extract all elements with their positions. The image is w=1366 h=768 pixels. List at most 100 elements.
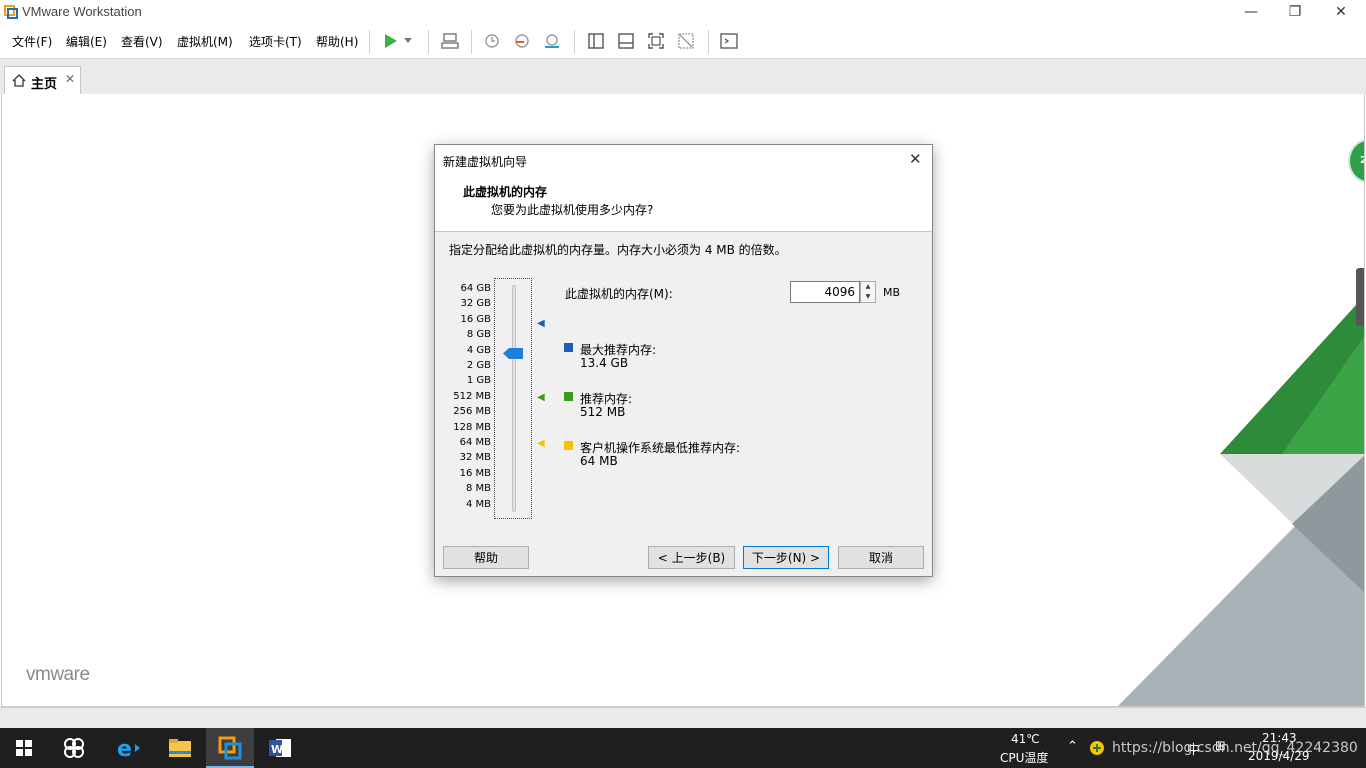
memory-label: 此虚拟机的内存(M): bbox=[565, 287, 673, 301]
unity-icon[interactable] bbox=[675, 30, 697, 52]
next-button[interactable]: 下一步(N) > bbox=[743, 546, 829, 569]
tab-strip: 主页 ✕ bbox=[0, 58, 1366, 95]
scale-label: 2 GB bbox=[466, 360, 491, 371]
library-icon[interactable] bbox=[585, 30, 607, 52]
dialog-heading: 此虚拟机的内存 bbox=[463, 185, 548, 199]
title-bar: VMware Workstation — ❐ ✕ bbox=[0, 0, 1366, 24]
home-icon bbox=[12, 74, 26, 87]
slider-thumb[interactable] bbox=[503, 348, 523, 359]
new-vm-wizard-dialog: 新建虚拟机向导 ✕ 此虚拟机的内存 您要为此虚拟机使用多少内存? 指定分配给此虚… bbox=[434, 144, 933, 577]
max-recommended-marker-icon: ◀ bbox=[537, 318, 545, 329]
menu-vm[interactable]: 虚拟机(M) bbox=[177, 33, 233, 50]
ie-icon[interactable]: e bbox=[104, 728, 152, 768]
restore-button[interactable]: ❐ bbox=[1272, 0, 1318, 24]
status-bar bbox=[0, 707, 1366, 728]
scale-label: 32 GB bbox=[460, 298, 491, 310]
memory-spin-buttons: ▲ ▼ bbox=[860, 281, 876, 303]
tab-home[interactable]: 主页 ✕ bbox=[4, 66, 81, 95]
minimize-button[interactable]: — bbox=[1228, 0, 1274, 24]
send-ctrl-alt-del-icon[interactable] bbox=[439, 30, 461, 52]
dialog-close-icon[interactable]: ✕ bbox=[909, 150, 922, 168]
side-badge[interactable]: 20 bbox=[1348, 139, 1364, 183]
thumbnail-bar-icon[interactable] bbox=[615, 30, 637, 52]
toolbar-separator bbox=[471, 30, 472, 54]
slider-track bbox=[512, 285, 516, 512]
dropdown-arrow-icon[interactable] bbox=[401, 30, 415, 52]
play-icon[interactable] bbox=[379, 30, 401, 52]
snapshot-manager-icon[interactable] bbox=[541, 30, 563, 52]
scale-label: 4 MB bbox=[465, 498, 491, 510]
legend-value: 64 MB bbox=[580, 454, 618, 468]
help-button[interactable]: 帮助 bbox=[443, 546, 529, 569]
memory-unit: MB bbox=[883, 286, 901, 299]
scale-label: 1 GB bbox=[466, 375, 491, 387]
menu-edit[interactable]: 编辑(E) bbox=[66, 33, 107, 50]
start-icon[interactable] bbox=[0, 728, 48, 768]
background-graphic bbox=[1117, 296, 1364, 706]
close-button[interactable]: ✕ bbox=[1318, 0, 1364, 24]
toolbar-separator bbox=[369, 30, 370, 54]
tab-close-icon[interactable]: ✕ bbox=[65, 72, 75, 86]
weather-temp: 41℃ bbox=[1011, 732, 1040, 746]
cpu-temp-label: CPU温度 bbox=[1000, 751, 1049, 765]
memory-slider[interactable] bbox=[494, 278, 532, 519]
cancel-button[interactable]: 取消 bbox=[838, 546, 924, 569]
menu-file[interactable]: 文件(F) bbox=[12, 33, 52, 50]
vmware-logo: vmware bbox=[26, 664, 90, 685]
vmware-app-icon bbox=[4, 5, 18, 19]
revert-snapshot-icon[interactable] bbox=[511, 30, 533, 52]
scale-label: 256 MB bbox=[453, 406, 491, 418]
back-button[interactable]: < 上一步(B) bbox=[648, 546, 735, 569]
dialog-title: 新建虚拟机向导 bbox=[443, 155, 528, 169]
scale-label: 16 MB bbox=[459, 467, 491, 479]
scale-label: 64 GB bbox=[460, 283, 491, 294]
snapshot-icon[interactable] bbox=[481, 30, 503, 52]
clock-date: 2019/4/29 bbox=[1248, 749, 1310, 763]
menu-help[interactable]: 帮助(H) bbox=[316, 33, 358, 50]
watermark-text: https://blog.csdn.net/qq_42242380 bbox=[1112, 740, 1358, 756]
menu-tabs[interactable]: 选项卡(T) bbox=[249, 33, 302, 50]
fullscreen-icon[interactable] bbox=[645, 30, 667, 52]
legend-value: 13.4 GB bbox=[580, 356, 629, 370]
scale-label: 32 MB bbox=[459, 452, 491, 464]
memory-input[interactable]: 4096 bbox=[790, 281, 860, 303]
vmware-icon[interactable] bbox=[206, 728, 254, 768]
scale-label: 4 GB bbox=[466, 344, 491, 356]
blue-square-icon bbox=[564, 343, 573, 352]
toolbar-separator bbox=[574, 30, 575, 54]
scale-label: 8 GB bbox=[466, 329, 491, 341]
toolbar-separator bbox=[428, 30, 429, 54]
scale-label: 512 MB bbox=[453, 390, 491, 402]
console-icon[interactable] bbox=[718, 30, 740, 52]
min-recommended-marker-icon: ◀ bbox=[537, 438, 545, 449]
dialog-instruction: 指定分配给此虚拟机的内存量。内存大小必须为 4 MB 的倍数。 bbox=[449, 243, 787, 257]
scale-label: 64 MB bbox=[459, 437, 491, 448]
window-title: VMware Workstation bbox=[22, 4, 142, 19]
svg-text:W: W bbox=[271, 743, 283, 756]
clock-time: 21:43 bbox=[1262, 731, 1297, 745]
dialog-title-bar: 新建虚拟机向导 ✕ bbox=[435, 145, 932, 175]
taskbar: e W 41℃ CPU温度 ⌃ 中 ⊞ https://blog.csdn.ne… bbox=[0, 728, 1366, 768]
green-square-icon bbox=[564, 392, 573, 401]
recommended-marker-icon: ◀ bbox=[537, 392, 545, 403]
menu-view[interactable]: 查看(V) bbox=[121, 33, 163, 50]
dialog-header: 此虚拟机的内存 您要为此虚拟机使用多少内存? bbox=[435, 175, 932, 232]
scale-label: 8 MB bbox=[465, 483, 491, 495]
spin-up-icon[interactable]: ▲ bbox=[861, 282, 875, 292]
scale-label: 16 GB bbox=[460, 313, 491, 325]
spin-down-icon[interactable]: ▼ bbox=[861, 292, 875, 302]
side-panel-handle[interactable] bbox=[1356, 268, 1364, 326]
memory-spinbox[interactable]: 4096 ▲ ▼ bbox=[790, 281, 876, 303]
tab-home-label: 主页 bbox=[31, 77, 58, 92]
yellow-square-icon bbox=[564, 441, 573, 450]
task-view-icon[interactable] bbox=[50, 728, 98, 768]
menu-toolbar: 文件(F) 编辑(E) 查看(V) 虚拟机(M) 选项卡(T) 帮助(H) bbox=[0, 24, 1366, 58]
file-explorer-icon[interactable] bbox=[156, 728, 204, 768]
tray-expand-icon[interactable]: ⌃ bbox=[1067, 739, 1078, 754]
scale-label: 128 MB bbox=[453, 421, 491, 433]
dialog-subheading: 您要为此虚拟机使用多少内存? bbox=[491, 203, 654, 217]
svg-text:e: e bbox=[117, 737, 132, 760]
toolbar-separator bbox=[708, 30, 709, 54]
word-icon[interactable]: W bbox=[256, 728, 304, 768]
tray-app-icon[interactable] bbox=[1089, 740, 1105, 756]
